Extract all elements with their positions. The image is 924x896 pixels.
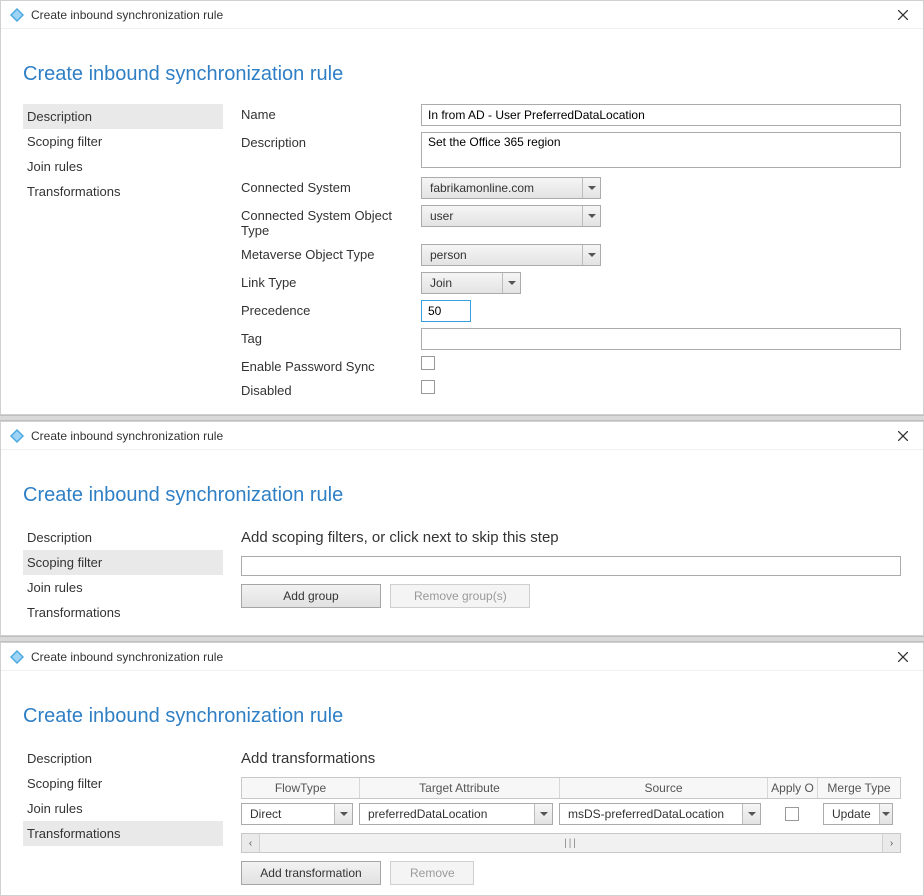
horizontal-scrollbar[interactable]: ‹ ||| ›	[241, 833, 901, 853]
window-description: Create inbound synchronization rule Crea…	[0, 0, 924, 415]
apply-once-checkbox[interactable]	[785, 807, 799, 821]
remove-button[interactable]: Remove	[390, 861, 474, 885]
source-combo[interactable]: msDS-preferredDataLocation	[559, 803, 761, 825]
titlebar: Create inbound synchronization rule	[1, 643, 923, 671]
sidebar-item-transformations[interactable]: Transformations	[23, 179, 223, 204]
label-cs-object-type: Connected System Object Type	[241, 205, 421, 238]
th-merge-type: Merge Type	[818, 778, 900, 798]
add-group-button[interactable]: Add group	[241, 584, 381, 608]
disabled-checkbox[interactable]	[421, 380, 435, 394]
sidebar-item-description[interactable]: Description	[23, 104, 223, 129]
window-title: Create inbound synchronization rule	[31, 8, 891, 22]
remove-groups-button[interactable]: Remove group(s)	[390, 584, 530, 608]
chevron-down-icon	[334, 804, 352, 824]
label-link-type: Link Type	[241, 272, 421, 290]
target-attribute-value: preferredDataLocation	[360, 807, 534, 821]
description-input[interactable]	[421, 132, 901, 168]
close-button[interactable]	[891, 424, 915, 448]
window-transformations: Create inbound synchronization rule Crea…	[0, 642, 924, 896]
form-area: Add scoping filters, or click next to sk…	[241, 525, 901, 608]
add-transformation-button[interactable]: Add transformation	[241, 861, 381, 885]
th-target-attribute: Target Attribute	[360, 778, 560, 798]
label-disabled: Disabled	[241, 380, 421, 398]
th-source: Source	[560, 778, 768, 798]
close-button[interactable]	[891, 645, 915, 669]
cs-object-type-value: user	[422, 209, 582, 223]
label-tag: Tag	[241, 328, 421, 346]
label-connected-system: Connected System	[241, 177, 421, 195]
merge-type-combo[interactable]: Update	[823, 803, 893, 825]
titlebar: Create inbound synchronization rule	[1, 1, 923, 29]
titlebar: Create inbound synchronization rule	[1, 422, 923, 450]
connected-system-combo[interactable]: fabrikamonline.com	[421, 177, 601, 199]
scroll-left-icon[interactable]: ‹	[242, 834, 260, 852]
scroll-right-icon[interactable]: ›	[882, 834, 900, 852]
chevron-down-icon	[582, 245, 600, 265]
chevron-down-icon	[742, 804, 760, 824]
groups-empty-input[interactable]	[241, 556, 901, 576]
sidebar-item-scoping-filter[interactable]: Scoping filter	[23, 771, 223, 796]
label-name: Name	[241, 104, 421, 122]
page-heading: Create inbound synchronization rule	[23, 705, 901, 728]
chevron-down-icon	[502, 273, 520, 293]
transformations-table-header: FlowType Target Attribute Source Apply O…	[241, 777, 901, 799]
sidebar: Description Scoping filter Join rules Tr…	[23, 104, 223, 204]
mv-object-type-combo[interactable]: person	[421, 244, 601, 266]
th-apply-once: Apply O	[768, 778, 818, 798]
sidebar-item-join-rules[interactable]: Join rules	[23, 796, 223, 821]
connected-system-value: fabrikamonline.com	[422, 181, 582, 195]
page-heading: Create inbound synchronization rule	[23, 484, 901, 507]
chevron-down-icon	[879, 804, 892, 824]
chevron-down-icon	[582, 178, 600, 198]
sidebar-item-transformations[interactable]: Transformations	[23, 821, 223, 846]
sidebar-item-scoping-filter[interactable]: Scoping filter	[23, 129, 223, 154]
sidebar: Description Scoping filter Join rules Tr…	[23, 525, 223, 625]
mv-object-type-value: person	[422, 248, 582, 262]
precedence-input[interactable]	[421, 300, 471, 322]
source-value: msDS-preferredDataLocation	[560, 807, 742, 821]
label-description: Description	[241, 132, 421, 150]
close-button[interactable]	[891, 3, 915, 27]
chevron-down-icon	[534, 804, 552, 824]
sidebar-item-join-rules[interactable]: Join rules	[23, 575, 223, 600]
label-precedence: Precedence	[241, 300, 421, 318]
tag-input[interactable]	[421, 328, 901, 350]
enable-password-sync-checkbox[interactable]	[421, 356, 435, 370]
page-heading: Create inbound synchronization rule	[23, 63, 901, 86]
sidebar-item-scoping-filter[interactable]: Scoping filter	[23, 550, 223, 575]
form-area: Name Description Connected System fabrik…	[241, 104, 901, 404]
app-icon	[9, 649, 25, 665]
label-enable-password-sync: Enable Password Sync	[241, 356, 421, 374]
scroll-track[interactable]: |||	[260, 834, 882, 852]
sidebar: Description Scoping filter Join rules Tr…	[23, 746, 223, 846]
section-title: Add transformations	[241, 750, 901, 767]
th-flow-type: FlowType	[242, 778, 360, 798]
link-type-combo[interactable]: Join	[421, 272, 521, 294]
app-icon	[9, 428, 25, 444]
name-input[interactable]	[421, 104, 901, 126]
sidebar-item-transformations[interactable]: Transformations	[23, 600, 223, 625]
window-scoping-filter: Create inbound synchronization rule Crea…	[0, 421, 924, 636]
sidebar-item-description[interactable]: Description	[23, 525, 223, 550]
form-area: Add transformations FlowType Target Attr…	[241, 746, 901, 885]
link-type-value: Join	[422, 276, 502, 290]
app-icon	[9, 7, 25, 23]
chevron-down-icon	[582, 206, 600, 226]
flow-type-value: Direct	[242, 807, 334, 821]
sidebar-item-description[interactable]: Description	[23, 746, 223, 771]
section-title: Add scoping filters, or click next to sk…	[241, 529, 901, 546]
flow-type-combo[interactable]: Direct	[241, 803, 353, 825]
window-title: Create inbound synchronization rule	[31, 429, 891, 443]
sidebar-item-join-rules[interactable]: Join rules	[23, 154, 223, 179]
label-mv-object-type: Metaverse Object Type	[241, 244, 421, 262]
transformations-row: Direct preferredDataLocation msDS-prefer…	[241, 799, 901, 829]
window-title: Create inbound synchronization rule	[31, 650, 891, 664]
cs-object-type-combo[interactable]: user	[421, 205, 601, 227]
merge-type-value: Update	[824, 807, 879, 821]
target-attribute-combo[interactable]: preferredDataLocation	[359, 803, 553, 825]
